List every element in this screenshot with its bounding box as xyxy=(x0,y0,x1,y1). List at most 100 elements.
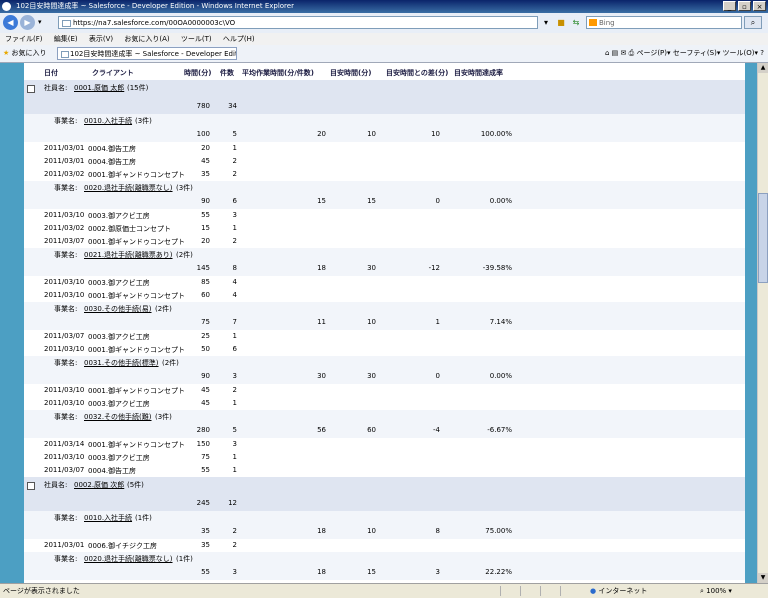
col-avg[interactable]: 平均作業時間(分/件数) xyxy=(242,68,314,78)
detail-time: 85 xyxy=(201,278,210,286)
menu-edit[interactable]: 編集(E) xyxy=(54,35,78,43)
vertical-scrollbar[interactable]: ▲ ▼ xyxy=(757,63,768,583)
employee-total-count: 12 xyxy=(228,499,237,507)
browser-tab[interactable]: 102目安時間達成率 ~ Salesforce - Developer Edit… xyxy=(57,47,237,60)
scroll-up-icon[interactable]: ▲ xyxy=(758,63,768,73)
col-diff[interactable]: 目安時間との差(分) xyxy=(386,68,448,78)
row-checkbox[interactable] xyxy=(27,85,35,93)
forward-icon[interactable]: ▶ xyxy=(20,15,35,30)
favorites-button[interactable]: ★ お気に入り xyxy=(3,48,47,59)
detail-row: 2011/03/10 0003.御アクビ工房 55 3 xyxy=(24,209,745,222)
status-divider xyxy=(500,586,501,596)
report-table: 日付 クライアント 時間(分) 件数 平均作業時間(分/件数) 目安時間(分) … xyxy=(24,63,745,583)
col-client[interactable]: クライアント xyxy=(92,68,134,78)
back-icon[interactable]: ◀ xyxy=(3,15,18,30)
business-link[interactable]: 0020.退社手続(離職票なし) xyxy=(84,554,173,564)
business-count: (2件) xyxy=(176,251,193,259)
business-count: (1件) xyxy=(135,514,152,522)
mail-icon[interactable]: ✉ xyxy=(621,49,627,57)
business-label: 事業名: xyxy=(54,117,78,125)
command-labels[interactable]: ページ(P)▾ セーフティ(S)▾ ツール(O)▾ xyxy=(636,49,758,57)
group-avg-time: 56 xyxy=(317,426,326,434)
group-standard-time: 10 xyxy=(367,130,376,138)
col-count[interactable]: 件数 xyxy=(220,68,234,78)
close-button[interactable]: × xyxy=(753,1,766,11)
scroll-down-icon[interactable]: ▼ xyxy=(758,573,768,583)
feed-icon[interactable]: ▤ xyxy=(612,49,619,57)
history-dropdown-icon[interactable]: ▾ xyxy=(38,18,42,26)
menu-bar: ファイル(F) 編集(E) 表示(V) お気に入り(A) ツール(T) ヘルプ(… xyxy=(0,33,768,45)
business-link[interactable]: 0032.その他手続(難) xyxy=(84,412,152,422)
menu-help[interactable]: ヘルプ(H) xyxy=(223,35,255,43)
detail-date: 2011/03/10 xyxy=(44,278,85,286)
employee-link[interactable]: 0002.原価 次郎 xyxy=(74,480,124,490)
detail-count: 1 xyxy=(232,453,237,461)
group-count: 5 xyxy=(232,130,237,138)
detail-count: 2 xyxy=(232,541,237,549)
lock-icon[interactable]: ■ xyxy=(555,17,567,29)
detail-count: 3 xyxy=(232,440,237,448)
search-icon[interactable]: ⌕ xyxy=(744,16,762,29)
business-label: 事業名: xyxy=(54,555,78,563)
business-link[interactable]: 0021.退社手続(離職票あり) xyxy=(84,250,173,260)
group-time: 100 xyxy=(196,130,210,138)
menu-tools[interactable]: ツール(T) xyxy=(181,35,212,43)
scroll-thumb[interactable] xyxy=(758,193,768,283)
page-content: 日付 クライアント 時間(分) 件数 平均作業時間(分/件数) 目安時間(分) … xyxy=(0,63,768,583)
employee-link[interactable]: 0001.原価 太郎 xyxy=(74,83,124,93)
detail-count: 2 xyxy=(232,386,237,394)
print-icon[interactable]: ⎙ xyxy=(629,49,635,57)
menu-view[interactable]: 表示(V) xyxy=(89,35,113,43)
detail-row: 2011/03/01 0004.御告工房 45 2 xyxy=(24,155,745,168)
detail-time: 45 xyxy=(201,399,210,407)
business-label: 事業名: xyxy=(54,359,78,367)
help-icon[interactable]: ? xyxy=(760,49,764,57)
dropdown-icon[interactable]: ▾ xyxy=(540,17,552,29)
business-link[interactable]: 0010.入社手続 xyxy=(84,513,132,523)
business-label: 事業名: xyxy=(54,413,78,421)
detail-date: 2011/03/10 xyxy=(44,386,85,394)
command-bar[interactable]: ⌂ ▤ ✉ ⎙ ページ(P)▾ セーフティ(S)▾ ツール(O)▾ ? xyxy=(605,48,764,59)
business-link[interactable]: 0020.退社手続(離職票なし) xyxy=(84,183,173,193)
group-count: 5 xyxy=(232,426,237,434)
col-time[interactable]: 時間(分) xyxy=(184,68,211,78)
menu-file[interactable]: ファイル(F) xyxy=(5,35,43,43)
business-link[interactable]: 0030.その他手続(易) xyxy=(84,304,152,314)
detail-time: 35 xyxy=(201,541,210,549)
maximize-button[interactable]: ▫ xyxy=(738,1,751,11)
detail-count: 1 xyxy=(232,144,237,152)
col-rate[interactable]: 目安時間達成率 xyxy=(454,68,503,78)
search-input[interactable]: Bing xyxy=(586,16,742,29)
detail-count: 4 xyxy=(232,291,237,299)
detail-time: 25 xyxy=(201,332,210,340)
detail-row: 2011/03/10 0003.御アクビ工房 85 4 xyxy=(24,276,745,289)
col-standard[interactable]: 目安時間(分) xyxy=(330,68,371,78)
row-checkbox[interactable] xyxy=(27,482,35,490)
detail-count: 1 xyxy=(232,399,237,407)
detail-time: 15 xyxy=(201,224,210,232)
business-link[interactable]: 0031.その他手続(標準) xyxy=(84,358,159,368)
group-time: 35 xyxy=(201,527,210,535)
business-group-row: 事業名: 0010.入社手続 (1件) 35 2 18 10 8 75.00% xyxy=(24,511,745,539)
detail-count: 3 xyxy=(232,211,237,219)
col-date[interactable]: 日付 xyxy=(44,68,58,78)
minimize-button[interactable]: _ xyxy=(723,1,736,11)
right-gutter xyxy=(745,63,757,583)
group-diff: 8 xyxy=(435,527,440,535)
detail-client: 0001.御ギャンドゥコンセプト xyxy=(88,441,186,449)
home-icon[interactable]: ⌂ xyxy=(605,49,609,57)
detail-client: 0001.御ギャンドゥコンセプト xyxy=(88,292,186,300)
business-count: (2件) xyxy=(162,359,179,367)
menu-favorites[interactable]: お気に入り(A) xyxy=(124,35,169,43)
employee-group-row: 社員名: 0001.原価 太郎 (15件) 780 34 xyxy=(24,80,745,114)
zone-indicator[interactable]: ● インターネット xyxy=(590,584,647,598)
url-input[interactable]: https://na7.salesforce.com/00OA0000003c\… xyxy=(58,16,538,29)
business-link[interactable]: 0010.入社手続 xyxy=(84,116,132,126)
business-count: (1件) xyxy=(176,555,193,563)
group-count: 3 xyxy=(232,568,237,576)
detail-time: 55 xyxy=(201,466,210,474)
detail-count: 2 xyxy=(232,157,237,165)
zoom-control[interactable]: ⌕ 100% ▾ xyxy=(700,584,732,598)
refresh-icon[interactable]: ⇆ xyxy=(570,17,582,29)
employee-label: 社員名: xyxy=(44,481,68,489)
